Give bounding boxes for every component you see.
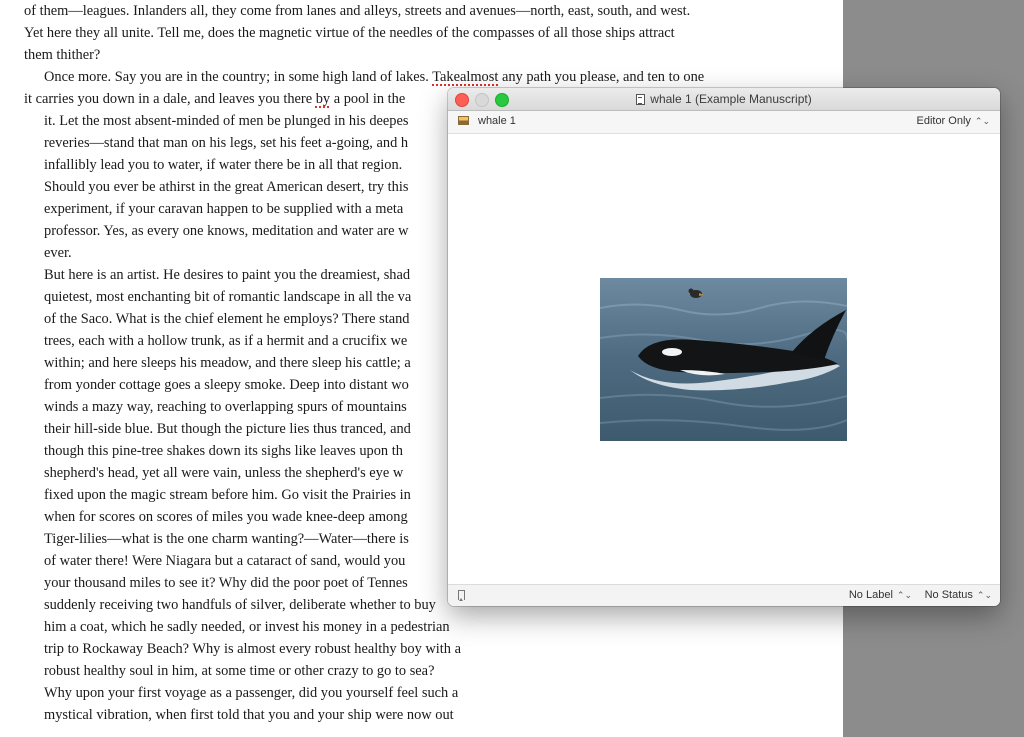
document-name: whale 1 xyxy=(478,115,516,127)
text-line: them thither? xyxy=(24,47,101,63)
text-line: though this pine-tree shakes down its si… xyxy=(44,443,403,459)
label-select-value: No Label xyxy=(848,589,893,601)
text-line: him a coat, which he sadly needed, or in… xyxy=(44,619,450,635)
text-line: of the Saco. What is the chief element h… xyxy=(44,311,410,327)
editor-footer-bar: No Label ⌃⌄ No Status ⌃⌄ xyxy=(448,584,1000,606)
text-line: it. Let the most absent-minded of men be… xyxy=(44,113,409,129)
image-icon xyxy=(458,116,469,125)
text-line: when for scores on scores of miles you w… xyxy=(44,509,408,525)
updown-chevron-icon: ⌃⌄ xyxy=(896,590,912,600)
text-line: your thousand miles to see it? Why did t… xyxy=(44,575,408,591)
text-line: suddenly receiving two handfuls of silve… xyxy=(44,597,436,613)
text-line: quietest, most enchanting bit of romanti… xyxy=(44,289,412,305)
view-mode-label: Editor Only xyxy=(916,115,971,127)
text-line: But here is an artist. He desires to pai… xyxy=(44,267,411,283)
text-line: reveries—stand that man on his legs, set… xyxy=(44,135,409,151)
editor-header-bar: whale 1 Editor Only ⌃⌄ xyxy=(448,111,1000,134)
status-select-value: No Status xyxy=(924,589,973,601)
updown-chevron-icon: ⌃⌄ xyxy=(976,590,992,600)
text-line: infallibly lead you to water, if water t… xyxy=(44,157,403,173)
text-line: robust healthy soul in him, at some time… xyxy=(44,663,435,679)
text-line: Tiger-lilies—what is the one charm wanti… xyxy=(44,531,409,547)
text-line: ever. xyxy=(44,245,72,261)
window-title: whale 1 (Example Manuscript) xyxy=(650,92,812,106)
text-line: of them—leagues. Inlanders all, they com… xyxy=(24,3,691,19)
text-line: shepherd's head, yet all were vain, unle… xyxy=(44,465,404,481)
text-line: trip to Rockaway Beach? Why is almost ev… xyxy=(44,641,461,657)
window-title-area: whale 1 (Example Manuscript) xyxy=(448,88,1000,110)
status-select[interactable]: No Status ⌃⌄ xyxy=(925,589,992,601)
text-line: mystical vibration, when first told that… xyxy=(44,707,454,723)
updown-chevron-icon: ⌃⌄ xyxy=(974,116,990,126)
text-line: fixed upon the magic stream before him. … xyxy=(44,487,411,503)
text-line: Yet here they all unite. Tell me, does t… xyxy=(24,25,675,41)
flagged-word[interactable]: by xyxy=(316,91,330,107)
text-line: it carries you down in a dale, and leave… xyxy=(24,91,406,107)
text-line: from yonder cottage goes a sleepy smoke.… xyxy=(44,377,409,393)
misspelled-word[interactable]: Takealmost xyxy=(432,69,498,85)
title-bar[interactable]: whale 1 (Example Manuscript) xyxy=(448,88,1000,111)
bookmark-icon[interactable] xyxy=(458,590,465,601)
orca-image xyxy=(600,278,847,441)
text-line: professor. Yes, as every one knows, medi… xyxy=(44,223,409,239)
editor-content[interactable] xyxy=(448,134,1000,583)
view-mode-select[interactable]: Editor Only ⌃⌄ xyxy=(916,115,990,127)
text-line: Once more. Say you are in the country; i… xyxy=(44,69,705,85)
text-line: Should you ever be athirst in the great … xyxy=(44,179,409,195)
text-line: of water there! Were Niagara but a catar… xyxy=(44,553,406,569)
document-icon xyxy=(636,93,646,105)
text-line: within; and here sleeps his meadow, and … xyxy=(44,355,411,371)
text-line: their hill-side blue. But though the pic… xyxy=(44,421,411,437)
text-line: Why upon your first voyage as a passenge… xyxy=(44,685,459,701)
label-select[interactable]: No Label ⌃⌄ xyxy=(849,589,912,601)
text-line: trees, each with a hollow trunk, as if a… xyxy=(44,333,408,349)
document-window: whale 1 (Example Manuscript) whale 1 Edi… xyxy=(448,88,1000,606)
text-line: experiment, if your caravan happen to be… xyxy=(44,201,404,217)
text-line: winds a mazy way, reaching to overlappin… xyxy=(44,399,407,415)
orca-photo xyxy=(600,278,847,441)
